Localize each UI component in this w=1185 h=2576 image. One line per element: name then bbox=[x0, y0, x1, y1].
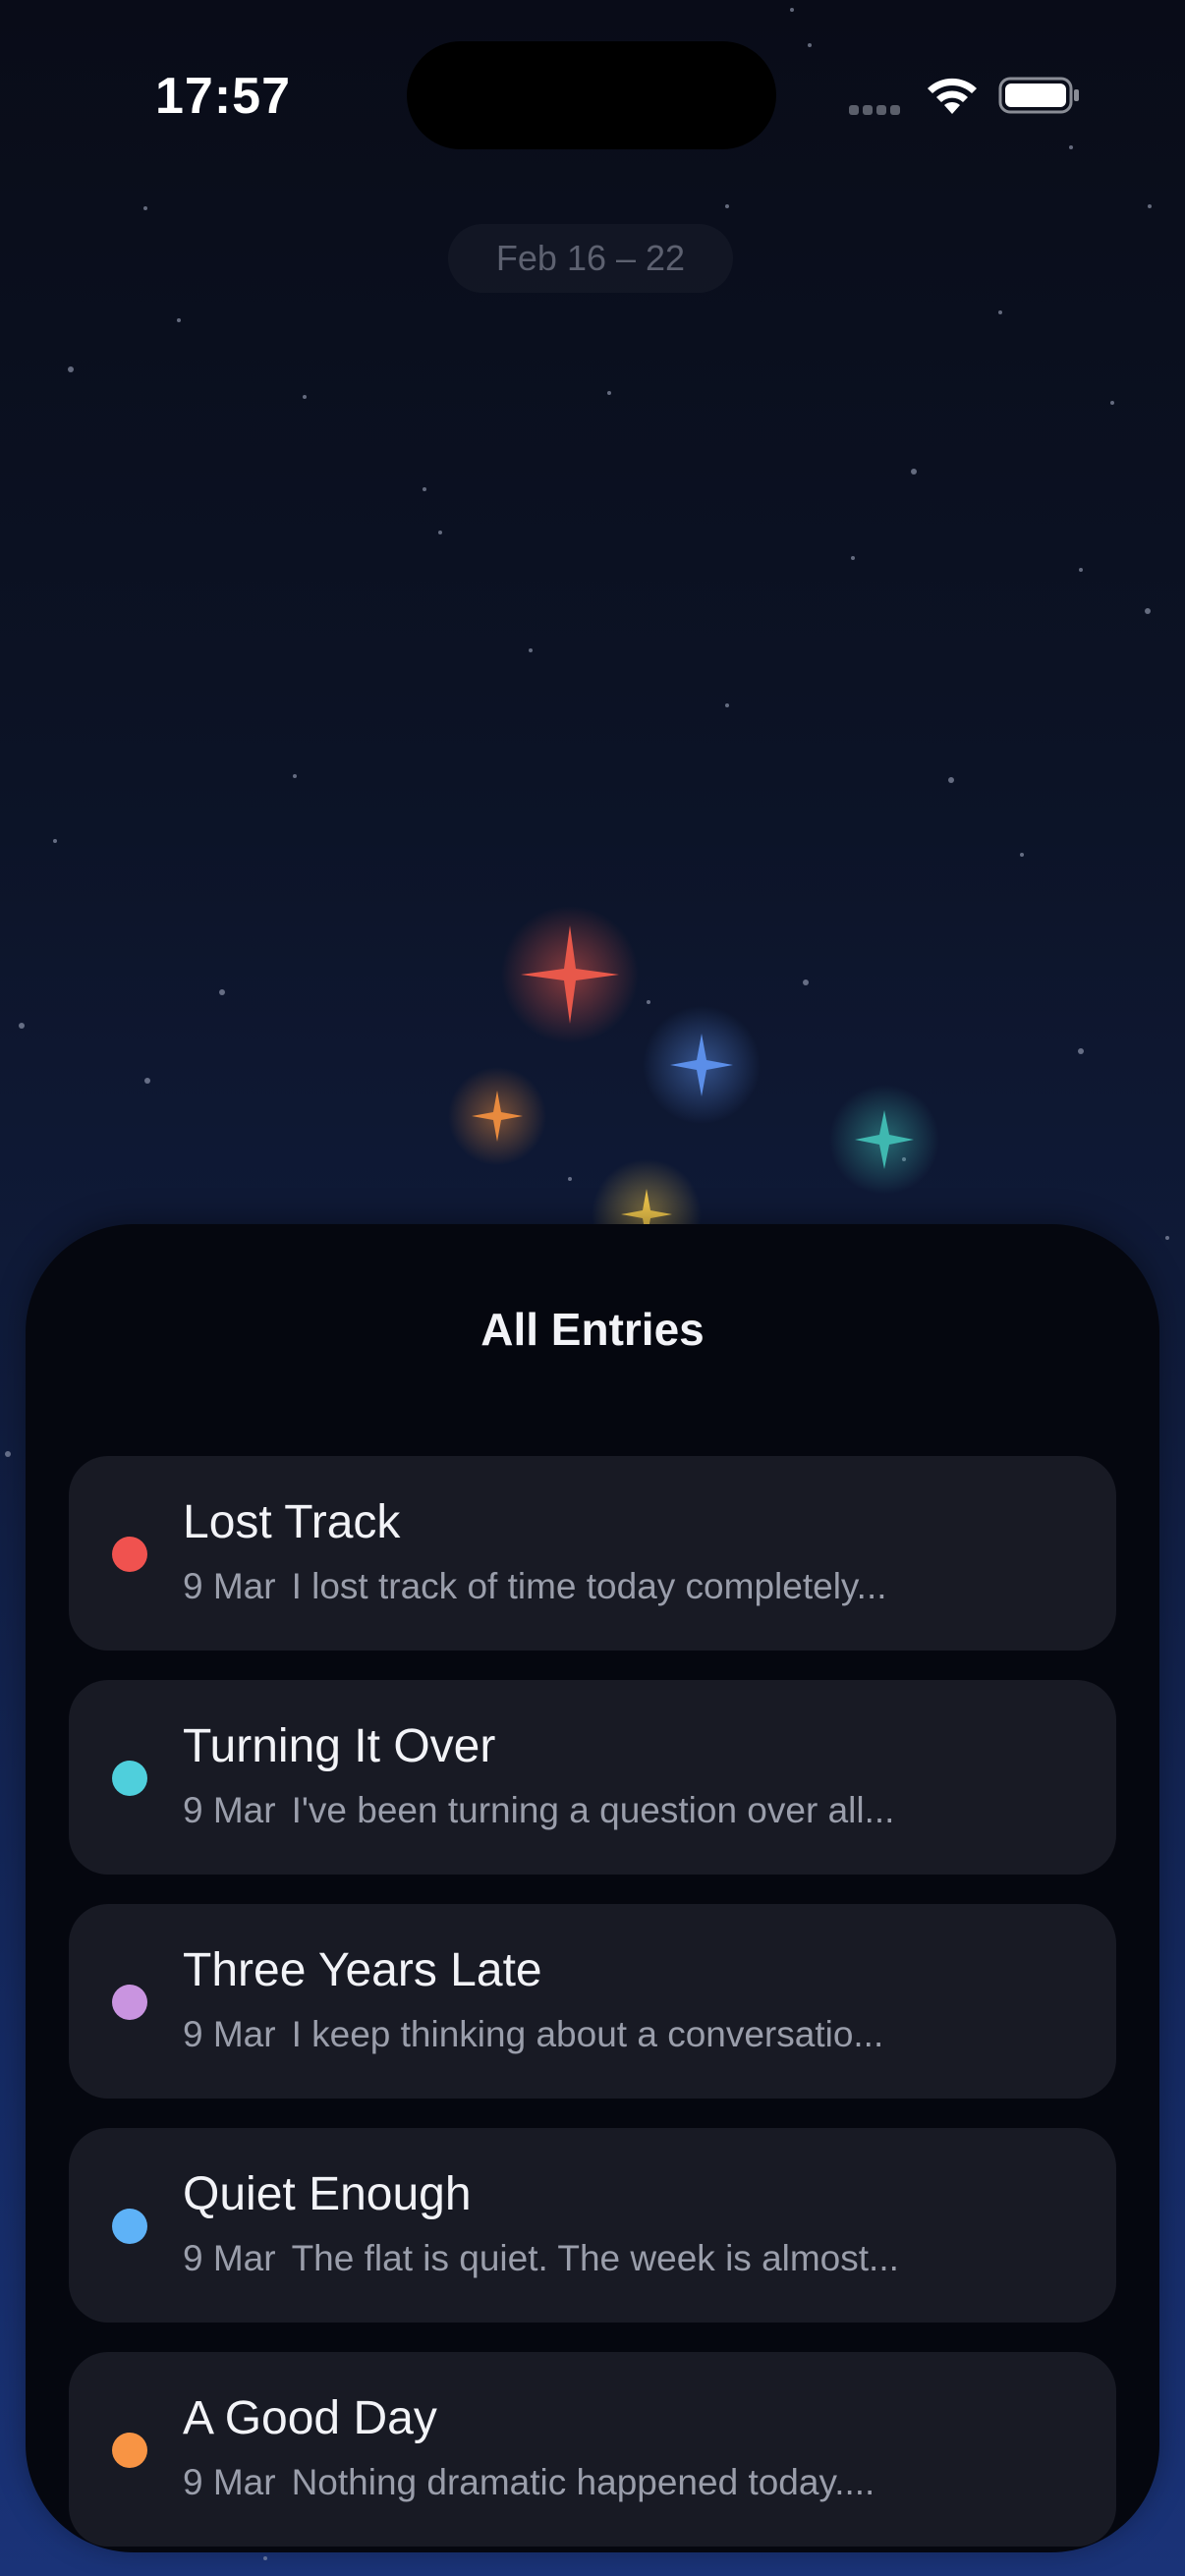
entry-preview: I lost track of time today completely... bbox=[291, 1566, 887, 1606]
entry-title: Lost Track bbox=[183, 1496, 401, 1548]
entry-meta: 9 Mar The flat is quiet. The week is almo… bbox=[183, 2238, 1087, 2279]
entry-date: 9 Mar bbox=[183, 1566, 276, 1606]
entry-card[interactable]: Three Years Late 9 Mar I keep thinking ab… bbox=[69, 1904, 1116, 2099]
battery-icon bbox=[998, 77, 1079, 114]
entry-title: Quiet Enough bbox=[183, 2168, 472, 2220]
entry-card[interactable]: Quiet Enough 9 Mar The flat is quiet. The… bbox=[69, 2128, 1116, 2323]
week-range-pill[interactable]: Feb 16 – 22 bbox=[448, 224, 733, 293]
mood-dot bbox=[112, 1537, 147, 1572]
red-star-icon bbox=[501, 906, 639, 1043]
dynamic-island bbox=[407, 41, 776, 149]
entry-meta: 9 Mar Nothing dramatic happened today.... bbox=[183, 2462, 1087, 2503]
mood-dot bbox=[112, 1761, 147, 1796]
entry-date: 9 Mar bbox=[183, 1790, 276, 1830]
entry-title: A Good Day bbox=[183, 2392, 437, 2444]
mood-dot bbox=[112, 2209, 147, 2244]
cellular-signal-icon bbox=[849, 102, 908, 116]
entry-preview: The flat is quiet. The week is almost... bbox=[291, 2238, 899, 2278]
entry-date: 9 Mar bbox=[183, 2462, 276, 2502]
status-time: 17:57 bbox=[155, 68, 291, 125]
mood-dot bbox=[112, 2433, 147, 2468]
entry-preview: I keep thinking about a conversatio... bbox=[291, 2014, 884, 2054]
entry-meta: 9 Mar I keep thinking about a conversatio… bbox=[183, 2014, 1087, 2055]
entry-title: Three Years Late bbox=[183, 1944, 542, 1996]
entry-date: 9 Mar bbox=[183, 2238, 276, 2278]
status-bar: 17:57 bbox=[0, 0, 1185, 196]
week-range-label: Feb 16 – 22 bbox=[495, 238, 686, 278]
entry-preview: I've been turning a question over all... bbox=[291, 1790, 895, 1830]
sheet-title: All Entries bbox=[480, 1304, 705, 1355]
teal-star-icon bbox=[829, 1085, 939, 1195]
entry-title: Turning It Over bbox=[183, 1720, 496, 1772]
entry-preview: Nothing dramatic happened today.... bbox=[291, 2462, 875, 2502]
entry-list: Lost Track 9 Mar I lost track of time tod… bbox=[69, 1456, 1116, 2552]
entry-card[interactable]: A Good Day 9 Mar Nothing dramatic happene… bbox=[69, 2352, 1116, 2547]
blue-star-icon bbox=[643, 1006, 761, 1124]
entry-card[interactable]: Lost Track 9 Mar I lost track of time tod… bbox=[69, 1456, 1116, 1651]
orange-star-icon bbox=[448, 1067, 546, 1165]
mood-dot bbox=[112, 1985, 147, 2020]
entry-meta: 9 Mar I lost track of time today complete… bbox=[183, 1566, 1087, 1607]
entry-meta: 9 Mar I've been turning a question over a… bbox=[183, 1790, 1087, 1831]
entry-card[interactable]: Turning It Over 9 Mar I've been turning a… bbox=[69, 1680, 1116, 1875]
wifi-icon bbox=[928, 78, 977, 114]
entry-date: 9 Mar bbox=[183, 2014, 276, 2054]
entries-sheet: All Entries Lost Track 9 Mar I lost track… bbox=[26, 1224, 1159, 2552]
